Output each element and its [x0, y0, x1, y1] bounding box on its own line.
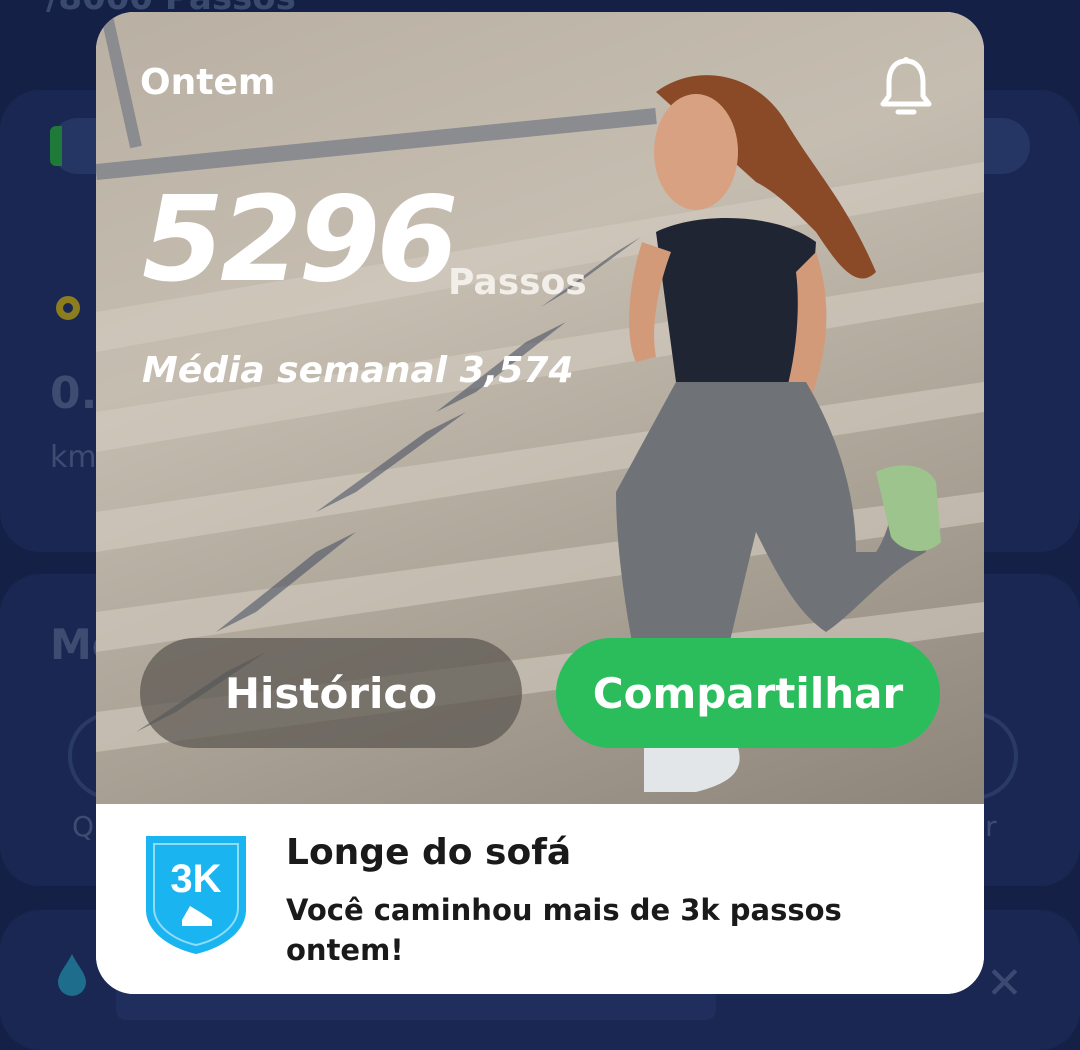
progress-fill [50, 126, 62, 166]
achievement-title: Longe do sofá [286, 832, 572, 873]
steps-unit: Passos [448, 262, 587, 303]
day-label: Ontem [140, 62, 276, 103]
shoe-badge-icon: 3K [146, 836, 246, 954]
badge-text: 3K [170, 857, 221, 901]
close-icon[interactable]: ✕ [986, 958, 1023, 1009]
hero-image: Ontem 5296 Passos Média semanal 3,574 Hi… [96, 12, 984, 804]
achievement-description: Você caminhou mais de 3k passos ontem! [286, 893, 842, 967]
history-button[interactable]: Histórico [140, 638, 522, 748]
bell-icon[interactable] [878, 56, 934, 122]
weekly-average: Média semanal 3,574 [142, 350, 574, 391]
share-button[interactable]: Compartilhar [556, 638, 940, 748]
steps-count: 5296 [142, 170, 458, 308]
achievement-footer: 3K Longe do sofá Você caminhou mais de 3… [96, 804, 984, 994]
distance-value: 0. [50, 368, 98, 419]
left-label: Q [72, 810, 95, 843]
distance-unit: km [50, 440, 97, 475]
location-pin-icon [56, 296, 80, 320]
achievement-card: Ontem 5296 Passos Média semanal 3,574 Hi… [96, 12, 984, 994]
water-drop-icon [58, 954, 86, 996]
